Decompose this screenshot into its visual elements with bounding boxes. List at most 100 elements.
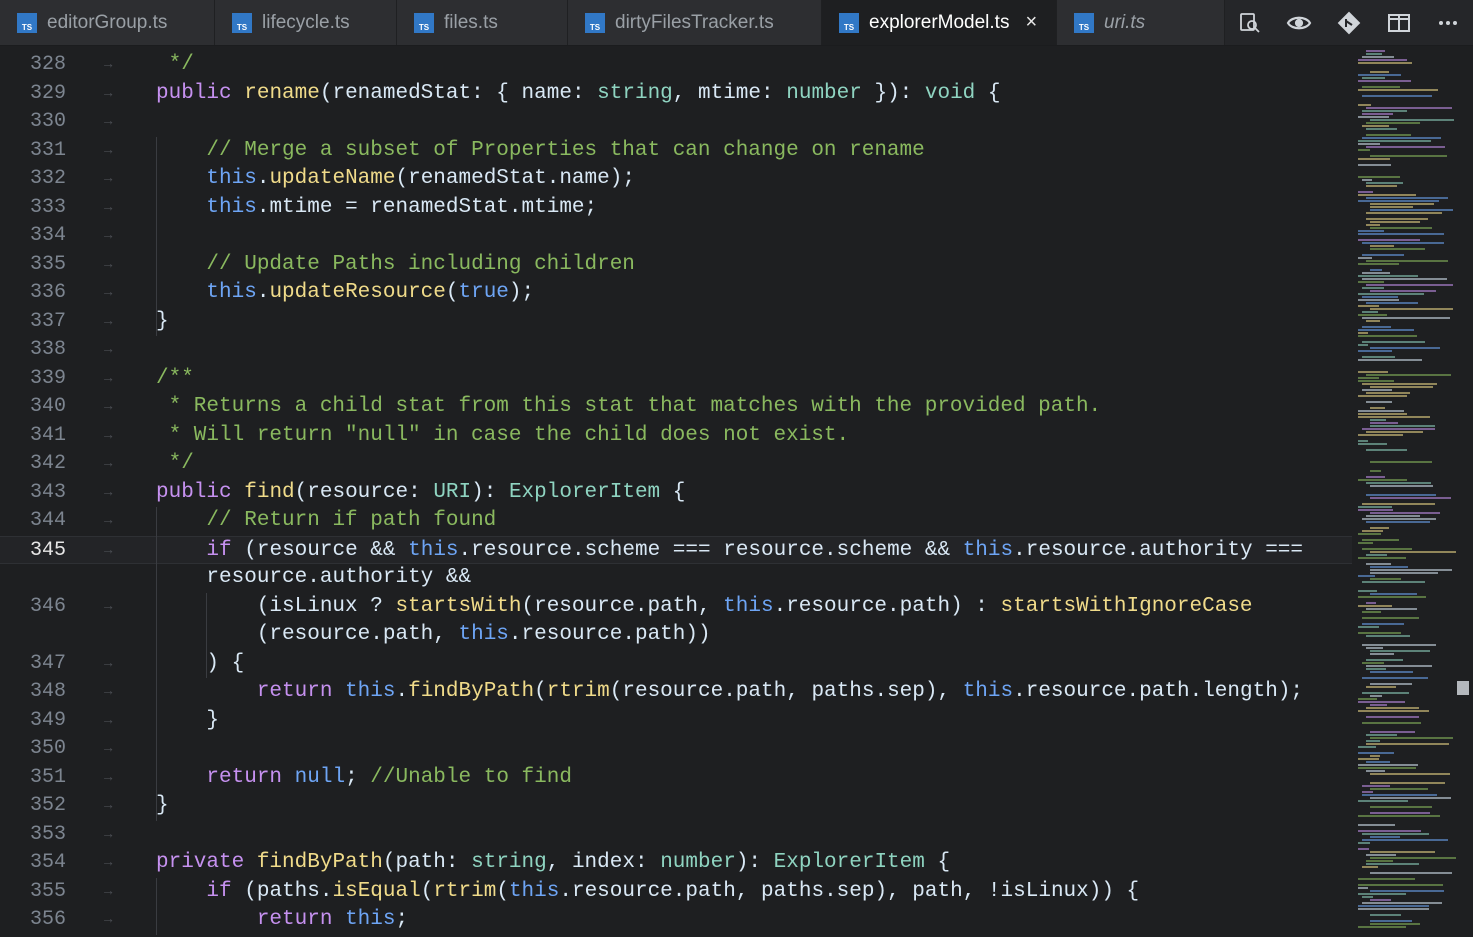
minimap-line [1370, 914, 1401, 916]
scrollbar-thumb[interactable] [1457, 681, 1469, 695]
code-token: ) : [950, 594, 1001, 618]
minimap-line [1370, 470, 1381, 472]
code-token: : [445, 851, 472, 874]
code-line[interactable]: 338 → [0, 336, 1352, 364]
code-token: . [508, 623, 522, 646]
tab-uri-ts[interactable]: TS uri.ts [1057, 0, 1225, 45]
code-line[interactable]: resource.authority && [0, 564, 1352, 592]
minimap-line [1370, 782, 1445, 784]
line-number: 343 [29, 480, 66, 504]
code-line[interactable]: 356 → return this; [0, 906, 1352, 934]
tab-files-ts[interactable]: TS files.ts [397, 0, 568, 45]
line-number: 331 [29, 138, 66, 162]
minimap-line [1366, 482, 1431, 484]
tab-dirtyfilestracker-ts[interactable]: TS dirtyFilesTracker.ts [568, 0, 822, 45]
code-line[interactable]: 328 → */ [0, 51, 1352, 79]
code-line[interactable]: 347 → ) { [0, 650, 1352, 678]
code-line[interactable]: 345 → if (resource && this.resource.schem… [0, 535, 1352, 564]
code-editor[interactable]: 328 → */ 329 → public rename(renamedStat: { … [0, 46, 1473, 937]
minimap-line [1370, 569, 1452, 571]
tab-editorgroup-ts[interactable]: TS editorGroup.ts [0, 0, 215, 45]
minimap-line [1366, 197, 1448, 199]
minimap-line [1366, 716, 1419, 718]
line-number: 349 [29, 708, 66, 732]
code-line[interactable]: 336 → this.updateResource(true); [0, 279, 1352, 307]
code-line[interactable]: 355 → if (paths.isEqual(rtrim(this.resour… [0, 878, 1352, 906]
minimap-line [1362, 56, 1394, 58]
code-token: // Merge a subset of Properties that can… [206, 138, 925, 162]
minimap-line [1366, 302, 1418, 304]
code-token: )) { [1088, 879, 1140, 903]
minimap-line [1370, 899, 1391, 901]
code-token: void [924, 81, 976, 105]
minimap-line [1370, 797, 1451, 799]
code-token: ; [584, 195, 598, 219]
code-line[interactable]: 337 →} [0, 308, 1352, 336]
line-number: 355 [29, 879, 66, 903]
minimap[interactable] [1352, 46, 1473, 937]
minimap-line [1358, 590, 1377, 592]
whitespace-tab-icon: → [104, 85, 113, 102]
minimap-line [1370, 71, 1389, 73]
indent-guide [206, 592, 207, 678]
code-token: )) [685, 623, 711, 646]
code-line[interactable]: 330 → [0, 108, 1352, 136]
tab-explorermodel-ts[interactable]: TS explorerModel.ts × [822, 0, 1057, 45]
minimap-line [1370, 572, 1438, 574]
line-number: 337 [29, 309, 66, 333]
code-token: ( [156, 594, 270, 618]
code-line[interactable]: 334 → [0, 222, 1352, 250]
code-line[interactable]: 333 → this.mtime = renamedStat.mtime; [0, 194, 1352, 222]
minimap-line [1358, 293, 1424, 295]
git-compare-icon[interactable] [1335, 9, 1363, 37]
code-text: } [156, 707, 219, 735]
minimap-line [1370, 806, 1432, 808]
minimap-line [1366, 449, 1407, 451]
code-line[interactable]: 331 → // Merge a subset of Properties tha… [0, 137, 1352, 165]
code-line[interactable]: (resource.path, this.resource.path)) [0, 621, 1352, 649]
code-line[interactable]: 339 → /** [0, 365, 1352, 393]
code-line[interactable]: 353 → [0, 821, 1352, 849]
more-actions-icon[interactable] [1434, 9, 1462, 37]
split-editor-icon[interactable] [1385, 9, 1413, 37]
code-token: . [559, 879, 572, 903]
code-token: resource [307, 480, 409, 504]
code-line[interactable]: 343 → public find(resource: URI): Explorer… [0, 479, 1352, 507]
code-line[interactable]: 349 → } [0, 707, 1352, 735]
code-token: ); [508, 281, 535, 304]
code-token: ) { [156, 651, 245, 675]
code-text: this.mtime = renamedStat.mtime; [156, 194, 597, 222]
minimap-line [1370, 155, 1447, 157]
tab-lifecycle-ts[interactable]: TS lifecycle.ts [215, 0, 397, 45]
code-line[interactable]: 348 → return this.findByPath(rtrim(resour… [0, 678, 1352, 706]
code-line[interactable]: 341 → * Will return "null" in case the ch… [0, 422, 1352, 450]
code-token: string [597, 81, 673, 105]
whitespace-tab-icon: → [104, 855, 113, 871]
code-line[interactable]: 335 → // Update Paths including children [0, 251, 1352, 279]
code-line[interactable]: 329 → public rename(renamedStat: { name: s… [0, 80, 1352, 108]
line-number: 345 [29, 538, 66, 562]
code-text: public rename(renamedStat: { name: strin… [156, 80, 1001, 108]
find-references-icon[interactable] [1236, 9, 1264, 37]
code-line[interactable]: 354 → private findByPath(path: string, ind… [0, 849, 1352, 877]
code-line[interactable]: 342 → */ [0, 450, 1352, 478]
minimap-line [1362, 785, 1390, 787]
code-line[interactable]: 350 → [0, 735, 1352, 763]
minimap-line [1366, 770, 1385, 772]
minimap-line [1370, 755, 1380, 757]
line-number: 328 [29, 53, 66, 76]
code-token: private [156, 851, 245, 874]
code-line[interactable]: 346 → (isLinux ? startsWith(resource.path… [0, 593, 1352, 621]
minimap-line [1366, 218, 1428, 220]
code-line[interactable]: 332 → this.updateName(renamedStat.name); [0, 165, 1352, 193]
tab-label: lifecycle.ts [262, 11, 350, 33]
preview-icon[interactable] [1285, 9, 1313, 37]
code-line[interactable]: 352 →} [0, 792, 1352, 820]
close-icon[interactable]: × [1025, 11, 1037, 34]
code-token: resource [786, 594, 888, 618]
code-line[interactable]: 340 → * Returns a child stat from this st… [0, 393, 1352, 421]
code-line[interactable]: 351 → return null; //Unable to find [0, 764, 1352, 792]
code-line[interactable]: 344 → // Return if path found [0, 507, 1352, 535]
